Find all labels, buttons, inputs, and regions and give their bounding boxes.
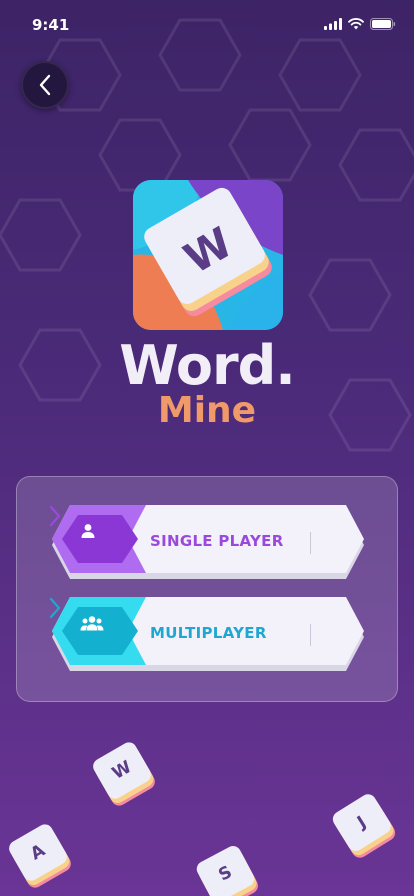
multi-user-icon [80, 615, 128, 651]
button-divider [310, 624, 311, 646]
status-icons [324, 18, 396, 30]
button-divider [310, 532, 311, 554]
game-menu-screen: 9:41 W Word. Mine SINGLE PLAYER MULTIPLA… [0, 0, 414, 896]
single-player-label: SINGLE PLAYER [150, 532, 284, 550]
cellular-signal-icon [324, 18, 342, 30]
battery-icon [370, 18, 396, 30]
back-button[interactable] [21, 61, 69, 109]
wifi-icon [348, 18, 364, 30]
status-time: 9:41 [32, 16, 70, 34]
single-player-button[interactable]: SINGLE PLAYER [48, 505, 366, 587]
multiplayer-label: MULTIPLAYER [150, 624, 267, 642]
title-word: Word. [119, 334, 296, 397]
single-user-icon [80, 523, 128, 559]
chevron-left-icon [39, 74, 51, 96]
status-bar: 9:41 [0, 0, 414, 48]
multiplayer-button[interactable]: MULTIPLAYER [48, 597, 366, 679]
app-logo: W [133, 180, 283, 330]
chevron-right-icon [49, 505, 61, 527]
hexagon-pattern-background [0, 18, 414, 452]
title-mine: Mine [157, 390, 257, 431]
chevron-right-icon [49, 597, 61, 619]
